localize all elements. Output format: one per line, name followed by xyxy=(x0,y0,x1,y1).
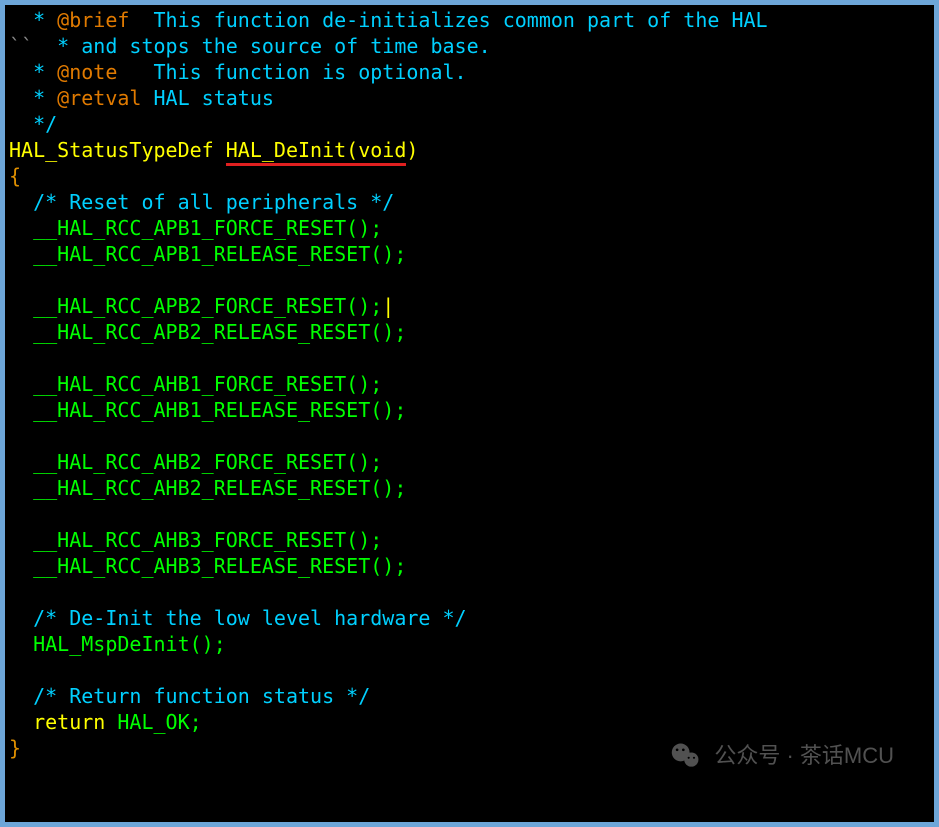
doc-line-5: */ xyxy=(9,112,57,136)
code-text: * @brief This function de-initializes co… xyxy=(5,5,934,761)
fn-param: void xyxy=(358,138,406,166)
fn-return-type: HAL_StatusTypeDef xyxy=(9,138,214,162)
fn-paren-open: ( xyxy=(346,138,358,166)
brace-close: } xyxy=(9,736,21,760)
comment-deinit-hw: /* De-Init the low level hardware */ xyxy=(33,606,466,630)
code-area[interactable]: * @brief This function de-initializes co… xyxy=(5,5,934,822)
return-value: HAL_OK xyxy=(117,710,189,734)
comment-return-status: /* Return function status */ xyxy=(33,684,370,708)
macro-apb2-release: __HAL_RCC_APB2_RELEASE_RESET(); xyxy=(33,320,406,344)
comment-reset-peripherals: /* Reset of all peripherals */ xyxy=(33,190,394,214)
return-keyword: return xyxy=(33,710,105,734)
fn-name: HAL_DeInit xyxy=(226,138,346,166)
backtick-marks: `` xyxy=(9,34,33,58)
return-semicolon: ; xyxy=(190,710,202,734)
macro-apb1-force: __HAL_RCC_APB1_FORCE_RESET(); xyxy=(33,216,382,240)
code-editor: * @brief This function de-initializes co… xyxy=(0,0,939,827)
macro-ahb2-force: __HAL_RCC_AHB2_FORCE_RESET(); xyxy=(33,450,382,474)
call-mspdeinit: HAL_MspDeInit(); xyxy=(33,632,226,656)
doc-line-1: * @brief This function de-initializes co… xyxy=(9,8,768,32)
doc-line-3: * @note This function is optional. xyxy=(9,60,467,84)
wechat-icon xyxy=(670,740,702,772)
macro-ahb3-release: __HAL_RCC_AHB3_RELEASE_RESET(); xyxy=(33,554,406,578)
macro-ahb1-release: __HAL_RCC_AHB1_RELEASE_RESET(); xyxy=(33,398,406,422)
doc-line-4: * @retval HAL status xyxy=(9,86,274,110)
macro-ahb2-release: __HAL_RCC_AHB2_RELEASE_RESET(); xyxy=(33,476,406,500)
macro-apb1-release: __HAL_RCC_APB1_RELEASE_RESET(); xyxy=(33,242,406,266)
macro-ahb3-force: __HAL_RCC_AHB3_FORCE_RESET(); xyxy=(33,528,382,552)
text-cursor: | xyxy=(382,294,394,318)
watermark: 公众号 · 茶话MCU xyxy=(670,740,894,772)
doc-line-2: * and stops the source of time base. xyxy=(33,34,491,58)
brace-open: { xyxy=(9,164,21,188)
watermark-text: 公众号 · 茶话MCU xyxy=(714,743,894,769)
fn-paren-close: ) xyxy=(406,138,418,162)
macro-apb2-force: __HAL_RCC_APB2_FORCE_RESET(); xyxy=(33,294,382,318)
macro-ahb1-force: __HAL_RCC_AHB1_FORCE_RESET(); xyxy=(33,372,382,396)
